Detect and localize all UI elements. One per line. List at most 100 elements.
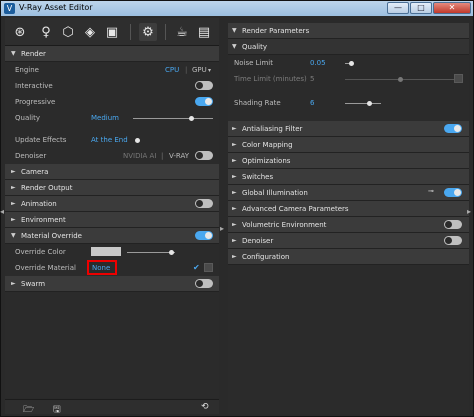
quality-slider-knob[interactable] [188,116,194,121]
volumetric-environment-section-header[interactable]: ► Volumetric Environment [228,217,469,233]
render-section-label: Render [21,49,46,58]
render-elements-icon[interactable]: ▣ [103,23,121,41]
expand-arrow-icon: ► [232,141,237,148]
shading-rate-value[interactable]: 6 [310,99,314,107]
lights-icon[interactable]: ♀ [37,23,55,41]
update-effects-slider[interactable] [133,138,141,143]
render-teapot-icon[interactable]: ☕ [173,23,191,41]
switches-section-header[interactable]: ► Switches [228,169,469,185]
override-material-value[interactable]: None [92,264,110,272]
antialiasing-section-label: Antialiasing Filter [242,124,303,133]
collapse-arrow-icon: ▼ [11,50,16,57]
animation-toggle[interactable] [195,199,213,208]
expand-arrow-icon: ► [11,216,16,223]
expand-right-arrow-icon[interactable]: ▸ [220,224,224,233]
pick-material-icon[interactable]: ✔ [193,263,200,272]
denoiser-section-header[interactable]: ► Denoiser [228,233,469,249]
denoiser-section-toggle[interactable] [444,236,462,245]
expand-arrow-icon: ► [11,184,16,191]
quality-slider[interactable] [133,116,213,121]
engine-cpu-option[interactable]: CPU [165,66,179,74]
denoiser-vray-option[interactable]: V-RAY [169,152,189,160]
render-output-section-label: Render Output [21,183,73,192]
engine-dropdown-icon[interactable]: ▾ [208,67,211,74]
interactive-toggle[interactable] [195,81,213,90]
collapse-left-arrow-icon[interactable]: ◂ [0,207,4,216]
override-color-row: Override Color [5,244,219,260]
engine-row: Engine CPU | GPU ▾ [5,62,219,78]
time-limit-value[interactable]: 5 [310,75,314,83]
expand-arrow-icon: ► [232,221,237,228]
materials-icon[interactable]: ⊛ [11,23,29,41]
textures-icon[interactable]: ◈ [81,23,99,41]
swarm-toggle[interactable] [195,279,213,288]
volumetric-environment-toggle[interactable] [444,220,462,229]
override-color-swatch[interactable] [91,247,121,256]
render-output-section-header[interactable]: ► Render Output [5,180,219,196]
shading-rate-knob[interactable] [367,101,372,106]
volumetric-environment-section-label: Volumetric Environment [242,220,327,229]
update-effects-knob[interactable] [135,138,140,143]
open-folder-icon[interactable]: 🗁 [23,402,34,417]
environment-section-header[interactable]: ► Environment [5,212,219,228]
toolbar-divider [165,24,166,40]
quality-label: Quality [15,114,41,122]
render-parameters-header[interactable]: ▼ Render Parameters [228,23,469,39]
collapse-right-arrow-icon[interactable]: ▸ [467,207,471,216]
global-illumination-section-header[interactable]: ► Global Illumination ⊸ [228,185,469,201]
configuration-section-header[interactable]: ► Configuration [228,249,469,265]
gi-pin-icon[interactable]: ⊸ [428,187,434,195]
quality-row: Quality Medium [5,110,219,126]
progressive-toggle[interactable] [195,97,213,106]
animation-section-header[interactable]: ► Animation [5,196,219,212]
time-limit-knob[interactable] [398,77,403,82]
optimizations-section-header[interactable]: ► Optimizations [228,153,469,169]
noise-limit-knob[interactable] [349,61,354,66]
noise-limit-label: Noise Limit [234,59,273,67]
save-icon[interactable]: 🖫 [53,402,61,417]
quality-value[interactable]: Medium [91,114,119,122]
global-illumination-toggle[interactable] [444,188,462,197]
time-limit-checkbox[interactable] [454,74,463,83]
swarm-section-label: Swarm [21,279,46,288]
reset-icon[interactable]: ⟲ [201,402,209,412]
close-button[interactable]: ✕ [433,2,471,14]
override-color-label: Override Color [15,248,66,256]
left-bottom-bar: 🗁 🖫 ⟲ [5,399,219,417]
material-override-section-header[interactable]: ▼ Material Override [5,228,219,244]
denoiser-divider: | [161,152,164,160]
color-mapping-section-header[interactable]: ► Color Mapping [228,137,469,153]
update-effects-value[interactable]: At the End [91,136,128,144]
camera-section-header[interactable]: ► Camera [5,164,219,180]
noise-limit-value[interactable]: 0.05 [310,59,326,67]
denoiser-nvidia-option[interactable]: NVIDIA AI [123,152,156,160]
denoiser-toggle[interactable] [195,151,213,160]
settings-icon[interactable]: ⚙ [139,23,157,41]
advanced-camera-section-header[interactable]: ► Advanced Camera Parameters [228,201,469,217]
swarm-section-header[interactable]: ► Swarm [5,276,219,292]
engine-divider: | [185,66,188,74]
material-override-toggle[interactable] [195,231,213,240]
render-section-header[interactable]: ▼ Render [5,46,219,62]
engine-gpu-option[interactable]: GPU [192,66,207,74]
time-limit-slider[interactable] [345,77,455,82]
expand-arrow-icon: ► [232,173,237,180]
frame-buffer-icon[interactable]: ▤ [195,23,213,41]
denoiser-section-label: Denoiser [242,236,274,245]
antialiasing-toggle[interactable] [444,124,462,133]
maximize-button[interactable]: □ [410,2,432,14]
override-material-row: Override Material None ✔ [5,260,219,276]
geometry-icon[interactable]: ⬡ [59,23,77,41]
shading-rate-slider[interactable] [345,101,381,106]
noise-limit-slider[interactable] [345,61,354,66]
override-color-slider[interactable] [127,250,175,255]
panel-splitter[interactable]: ▸ [219,18,227,414]
antialiasing-section-header[interactable]: ► Antialiasing Filter [228,121,469,137]
quality-section-header[interactable]: ▼ Quality [228,39,469,55]
material-slot-icon[interactable] [204,263,213,272]
expand-arrow-icon: ► [232,253,237,260]
progressive-row: Progressive [5,94,219,110]
override-color-knob[interactable] [169,250,174,255]
minimize-button[interactable]: — [387,2,409,14]
